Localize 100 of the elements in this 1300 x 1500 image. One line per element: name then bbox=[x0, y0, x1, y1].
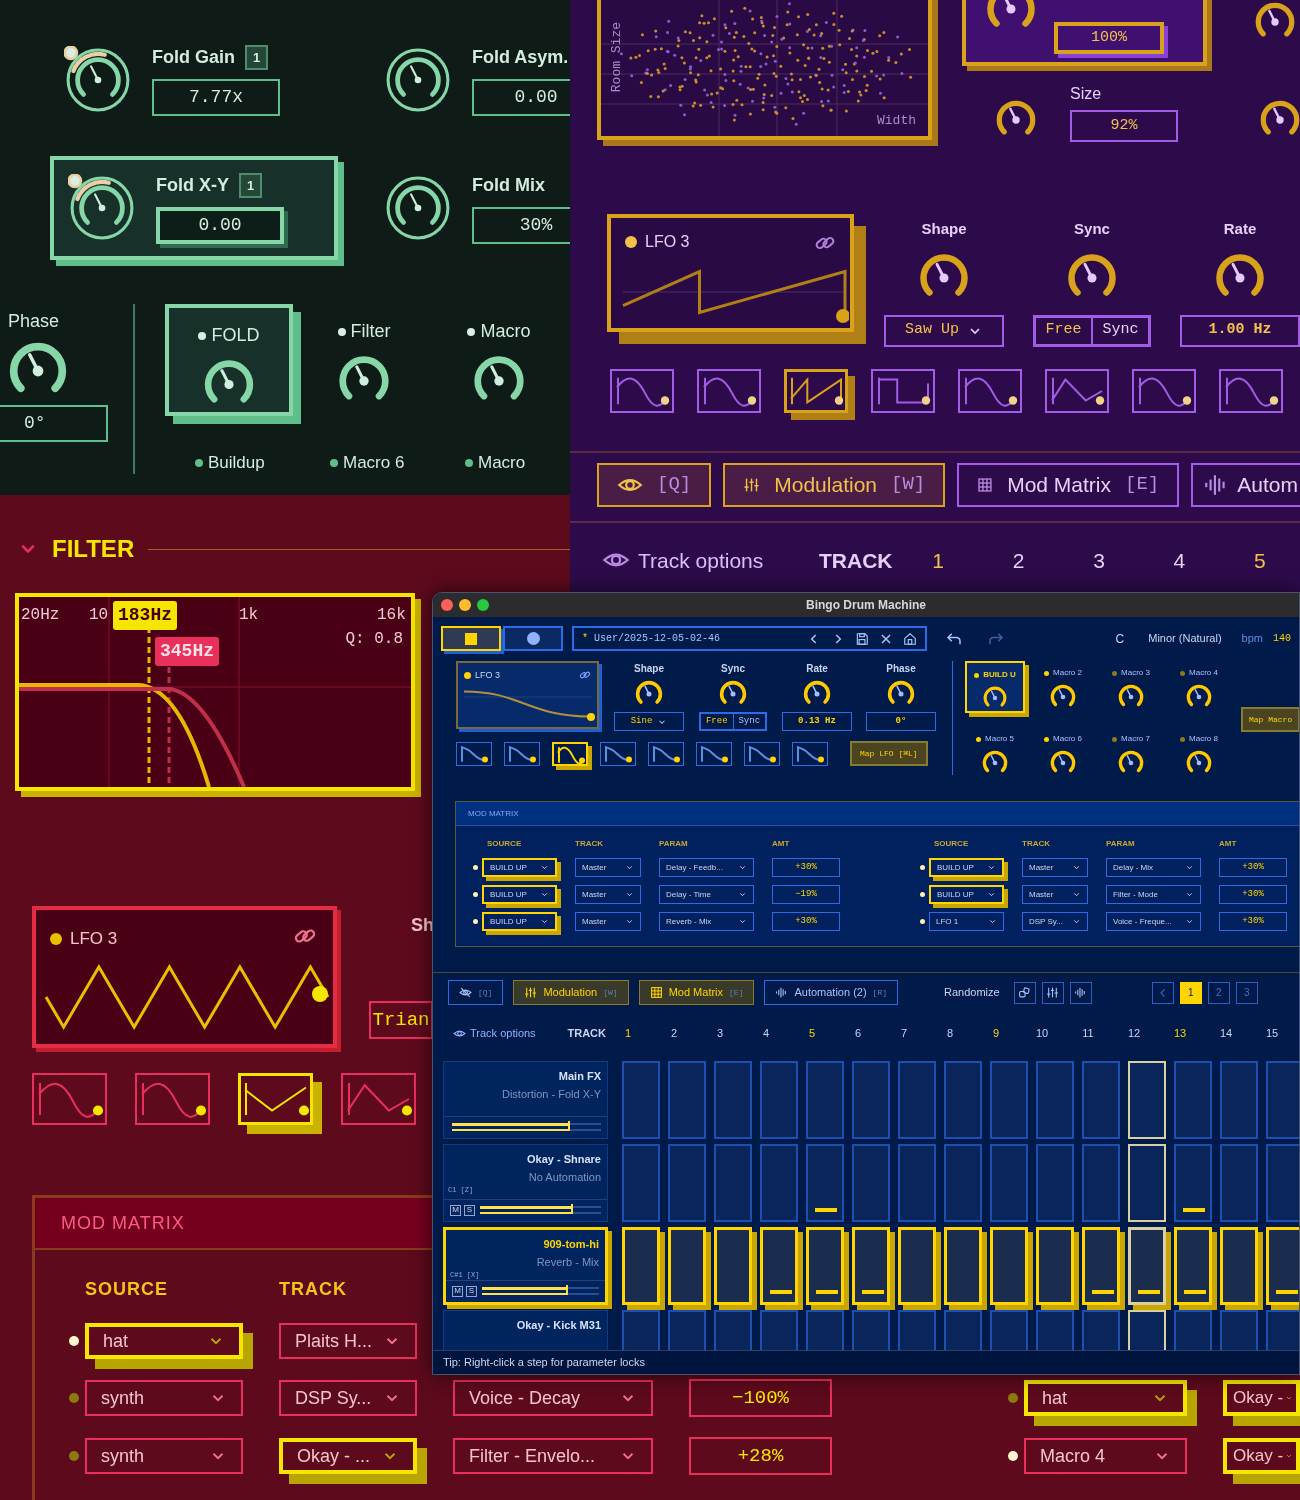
track-dropdown[interactable]: Plaits H... bbox=[279, 1323, 417, 1359]
value-field[interactable]: 92% bbox=[1070, 110, 1178, 142]
param-dropdown[interactable]: Filter - Envelo... bbox=[453, 1438, 653, 1474]
solo-button[interactable]: S bbox=[464, 1204, 475, 1216]
shape-dropdown[interactable]: Sine bbox=[614, 712, 684, 731]
segment-button[interactable]: Free bbox=[701, 714, 734, 729]
parameter-label: Fold X-Y bbox=[156, 174, 229, 197]
modulation-count: 1 bbox=[245, 44, 269, 71]
column-heading: TRACK bbox=[279, 1278, 348, 1301]
column-heading: PARAM bbox=[1106, 838, 1136, 850]
source-dropdown[interactable]: synth bbox=[85, 1438, 243, 1474]
step-number: 11 bbox=[1081, 1026, 1095, 1041]
segment-button[interactable]: Sync bbox=[1093, 317, 1148, 344]
step-number: 5 bbox=[1252, 547, 1267, 574]
bpm-value[interactable]: 140 bbox=[1273, 631, 1291, 646]
amount-field[interactable]: +30% bbox=[1219, 912, 1287, 931]
tab[interactable]: Modulation [W] bbox=[723, 462, 946, 507]
step-number: 13 bbox=[1172, 1026, 1188, 1041]
param-dropdown[interactable]: Delay - Time bbox=[659, 885, 754, 904]
page-button[interactable]: 1 bbox=[1179, 981, 1202, 1004]
step-number: 14 bbox=[1218, 1026, 1234, 1041]
step-number: 1 bbox=[931, 547, 945, 574]
path-field[interactable]: * User/2025-12-05-02-46 bbox=[572, 626, 927, 651]
frequency-tag: 345Hz bbox=[155, 637, 219, 666]
value-field[interactable]: 0° bbox=[0, 405, 108, 442]
amount-field[interactable]: +30% bbox=[772, 912, 840, 931]
macro-label: Buildup bbox=[208, 452, 265, 474]
macro-label: Filter bbox=[350, 320, 391, 343]
tab[interactable]: Mod Matrix [E] bbox=[638, 980, 755, 1005]
amount-field[interactable]: +28% bbox=[689, 1437, 832, 1475]
value-field[interactable]: 7.77x bbox=[152, 79, 280, 116]
frequency-tag: 183Hz bbox=[113, 601, 177, 630]
value-field[interactable]: 1.00 Hz bbox=[1180, 314, 1300, 347]
randomize-label: Randomize bbox=[944, 985, 1000, 1001]
param-dropdown[interactable]: Reverb - Mix bbox=[659, 912, 754, 931]
macro-label: Macro 3 bbox=[1121, 667, 1150, 679]
amount-field[interactable]: −19% bbox=[772, 885, 840, 904]
amount-field[interactable]: +30% bbox=[1219, 885, 1287, 904]
map-macro-button[interactable]: Map Macro bbox=[1241, 707, 1299, 732]
column-label: TRACK bbox=[819, 547, 894, 574]
track-options-button[interactable]: Track options bbox=[602, 544, 820, 576]
parameter-label: Fold Gain bbox=[152, 46, 235, 69]
track-dropdown[interactable]: DSP Sy... bbox=[279, 1380, 417, 1416]
param-dropdown[interactable]: Voice - Freque... bbox=[1106, 912, 1201, 931]
tab[interactable]: Mod Matrix [E] bbox=[957, 462, 1180, 507]
amount-field[interactable]: −100% bbox=[689, 1379, 832, 1417]
macro-label: Macro 6 bbox=[1053, 733, 1082, 745]
source-dropdown[interactable]: LFO 1 bbox=[929, 912, 1004, 931]
modulation-count: 1 bbox=[239, 172, 263, 199]
tab[interactable]: [Q] bbox=[448, 980, 504, 1005]
track-detail: No Automation bbox=[527, 1170, 602, 1185]
step-number: 4 bbox=[1172, 547, 1187, 574]
tab[interactable]: Automation (2) [R] bbox=[764, 980, 898, 1005]
track-dropdown[interactable]: Master bbox=[1022, 858, 1088, 877]
segment-button[interactable]: Free bbox=[1036, 317, 1093, 344]
source-dropdown[interactable]: synth bbox=[85, 1380, 243, 1416]
macro-label: Macro 4 bbox=[1189, 667, 1218, 679]
value-field[interactable]: 0° bbox=[866, 712, 936, 731]
track-name: Okay - Kick M31 bbox=[515, 1317, 602, 1333]
track-dropdown[interactable]: DSP Sy... bbox=[1022, 912, 1088, 931]
track-dropdown[interactable]: Master bbox=[575, 858, 641, 877]
source-dropdown[interactable]: Macro 4 bbox=[1024, 1438, 1187, 1474]
param-dropdown[interactable]: Delay - Mix bbox=[1106, 858, 1201, 877]
axis-label: Width bbox=[877, 111, 916, 130]
page-button[interactable]: 3 bbox=[1235, 981, 1258, 1004]
track-dropdown[interactable]: Master bbox=[575, 912, 641, 931]
track-dropdown[interactable]: Master bbox=[575, 885, 641, 904]
scale-label: Minor (Natural) bbox=[1148, 631, 1222, 647]
value-field[interactable]: 0.13 Hz bbox=[782, 712, 852, 731]
parameter-label: Size bbox=[1070, 84, 1103, 104]
track-options-button[interactable]: Track options bbox=[453, 1025, 568, 1042]
param-dropdown[interactable]: Filter - Mode bbox=[1106, 885, 1201, 904]
param-dropdown[interactable]: Voice - Decay bbox=[453, 1380, 653, 1416]
tab[interactable]: Modulation [W] bbox=[513, 980, 629, 1005]
step-number: 9 bbox=[991, 1026, 1001, 1041]
tab[interactable]: Autom bbox=[1191, 462, 1300, 507]
track-card[interactable]: Okay - Kick M31 bbox=[443, 1309, 608, 1350]
param-dropdown[interactable]: Delay - Feedb... bbox=[659, 858, 754, 877]
track-dropdown[interactable]: Master bbox=[1022, 885, 1088, 904]
amount-field[interactable]: +30% bbox=[772, 858, 840, 877]
control-label: Rate bbox=[1223, 219, 1257, 239]
track-card[interactable]: Main FX Distortion - Fold X-Y bbox=[443, 1060, 608, 1139]
file-path: * User/2025-12-05-02-46 bbox=[582, 632, 722, 646]
shape-dropdown[interactable]: Saw Up bbox=[884, 314, 1004, 347]
amount-field[interactable]: +30% bbox=[1219, 858, 1287, 877]
tab[interactable]: [Q] bbox=[597, 462, 712, 507]
map-lfo-button[interactable]: Map LFO [⌘L] bbox=[850, 741, 928, 766]
track-detail: Reverb - Mix bbox=[535, 1255, 600, 1270]
mute-button[interactable]: M bbox=[452, 1285, 463, 1297]
control-label: Phase bbox=[886, 662, 916, 676]
segment-button[interactable]: Sync bbox=[733, 714, 765, 729]
step-number: 2 bbox=[1011, 547, 1026, 574]
solo-button[interactable]: S bbox=[466, 1285, 477, 1297]
parameter-label: Fold Asym. bbox=[472, 46, 569, 69]
step-number: 4 bbox=[761, 1026, 771, 1041]
step-number: 7 bbox=[899, 1026, 909, 1041]
column-heading: AMT bbox=[772, 838, 791, 850]
column-heading: SOURCE bbox=[486, 838, 523, 850]
page-button[interactable]: 2 bbox=[1207, 981, 1230, 1004]
mute-button[interactable]: M bbox=[450, 1204, 461, 1216]
